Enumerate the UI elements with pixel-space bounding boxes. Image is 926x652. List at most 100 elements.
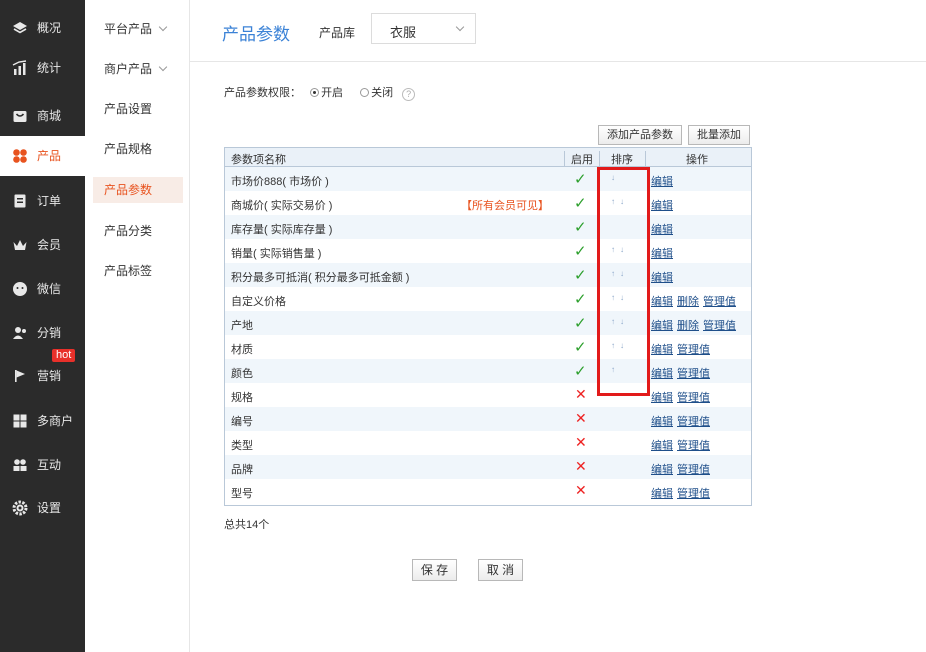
nav-item-wechat[interactable]: 微信: [0, 269, 85, 309]
disabled-cross-icon[interactable]: ✕: [575, 434, 587, 451]
nav-item-marketing[interactable]: 营销: [0, 356, 85, 396]
nav-item-product[interactable]: 产品: [0, 136, 85, 176]
disabled-cross-icon[interactable]: ✕: [575, 410, 587, 427]
nav-label: 会员: [37, 238, 62, 252]
submenu-product-settings[interactable]: 产品设置: [93, 96, 183, 122]
disabled-cross-icon[interactable]: ✕: [575, 386, 587, 403]
row-actions: 编辑 管理值: [651, 461, 714, 477]
enabled-check-icon[interactable]: ✓: [574, 314, 587, 332]
save-button[interactable]: 保 存: [412, 559, 457, 581]
main-nav: 概况 统计 商城 产品 订单 会员 微信 分销 营销 hot 多商户 互动 设置: [0, 0, 85, 652]
table-row: 销量( 实际销售量 ) ✓ ↑↓ 编辑: [225, 239, 751, 263]
param-name: 自定义价格: [231, 296, 286, 308]
row-actions: 编辑 管理值: [651, 341, 714, 357]
submenu-platform-products[interactable]: 平台产品: [93, 16, 183, 42]
row-action-link[interactable]: 编辑: [651, 320, 673, 332]
disabled-cross-icon[interactable]: ✕: [575, 458, 587, 475]
row-action-link[interactable]: 删除: [677, 296, 699, 308]
nav-item-distribution[interactable]: 分销: [0, 313, 85, 353]
nav-item-overview[interactable]: 概况: [0, 8, 85, 48]
row-action-link[interactable]: 编辑: [651, 440, 673, 452]
library-select[interactable]: 衣服: [371, 13, 476, 44]
row-action-link[interactable]: 编辑: [651, 248, 673, 260]
row-action-link[interactable]: 删除: [677, 320, 699, 332]
submenu-merchant-products[interactable]: 商户产品: [93, 56, 183, 82]
row-action-link[interactable]: 管理值: [677, 464, 710, 476]
help-icon[interactable]: ?: [402, 88, 416, 101]
enabled-check-icon[interactable]: ✓: [574, 266, 587, 284]
row-actions: 编辑: [651, 269, 677, 285]
highlight-box: [597, 167, 650, 396]
header-ops: 操作: [686, 154, 708, 166]
row-action-link[interactable]: 编辑: [651, 368, 673, 380]
submenu-product-params[interactable]: 产品参数: [93, 177, 183, 203]
table-row: 积分最多可抵消( 积分最多可抵金额 ) ✓ ↑↓ 编辑: [225, 263, 751, 287]
hot-badge: hot: [52, 349, 76, 362]
row-action-link[interactable]: 编辑: [651, 416, 673, 428]
row-action-link[interactable]: 管理值: [677, 344, 710, 356]
row-action-link[interactable]: 管理值: [677, 392, 710, 404]
submenu-product-specs[interactable]: 产品规格: [93, 136, 183, 162]
enabled-check-icon[interactable]: ✓: [574, 338, 587, 356]
table-row: 材质 ✓ ↑↓ 编辑 管理值: [225, 335, 751, 359]
row-action-link[interactable]: 管理值: [677, 488, 710, 500]
nav-label: 订单: [37, 194, 62, 208]
row-action-link[interactable]: 管理值: [677, 440, 710, 452]
row-action-link[interactable]: 管理值: [703, 320, 736, 332]
row-action-link[interactable]: 管理值: [703, 296, 736, 308]
submenu-product-categories[interactable]: 产品分类: [93, 218, 183, 244]
row-action-link[interactable]: 编辑: [651, 176, 673, 188]
param-name: 库存量( 实际库存量 ): [231, 224, 333, 236]
nav-item-member[interactable]: 会员: [0, 225, 85, 265]
radio-on[interactable]: 开启: [310, 87, 343, 99]
row-action-link[interactable]: 编辑: [651, 272, 673, 284]
enabled-check-icon[interactable]: ✓: [574, 242, 587, 260]
row-action-link[interactable]: 编辑: [651, 392, 673, 404]
enabled-check-icon[interactable]: ✓: [574, 290, 587, 308]
radio-off[interactable]: 关闭: [360, 87, 393, 99]
enabled-check-icon[interactable]: ✓: [574, 194, 587, 212]
add-param-button[interactable]: 添加产品参数: [598, 125, 682, 145]
table-header: 参数项名称 启用 排序 操作: [225, 148, 751, 170]
row-actions: 编辑: [651, 173, 677, 189]
disabled-cross-icon[interactable]: ✕: [575, 482, 587, 499]
nav-item-order[interactable]: 订单: [0, 181, 85, 221]
submenu-label: 商户产品: [104, 62, 153, 76]
nav-item-mall[interactable]: 商城: [0, 96, 85, 136]
row-actions: 编辑 删除 管理值: [651, 317, 740, 333]
cancel-button[interactable]: 取 消: [478, 559, 523, 581]
nav-item-interaction[interactable]: 互动: [0, 445, 85, 485]
param-name: 商城价( 实际交易价 ): [231, 200, 333, 212]
param-name: 型号: [231, 488, 253, 500]
nav-label: 产品: [37, 149, 62, 163]
chart-icon: [12, 60, 27, 75]
row-action-link[interactable]: 编辑: [651, 464, 673, 476]
table-row: 型号 ✕ 编辑 管理值: [225, 479, 751, 503]
row-action-link[interactable]: 管理值: [677, 416, 710, 428]
row-actions: 编辑: [651, 245, 677, 261]
row-action-link[interactable]: 编辑: [651, 224, 673, 236]
enabled-check-icon[interactable]: ✓: [574, 218, 587, 236]
enabled-check-icon[interactable]: ✓: [574, 362, 587, 380]
row-action-link[interactable]: 编辑: [651, 344, 673, 356]
row-action-link[interactable]: 编辑: [651, 200, 673, 212]
param-name: 产地: [231, 320, 253, 332]
enabled-check-icon[interactable]: ✓: [574, 170, 587, 188]
nav-label: 互动: [37, 458, 62, 472]
row-action-link[interactable]: 管理值: [677, 368, 710, 380]
nav-item-stats[interactable]: 统计: [0, 48, 85, 88]
row-action-link[interactable]: 编辑: [651, 296, 673, 308]
total-count: 总共14个: [224, 519, 270, 531]
submenu-product-tags[interactable]: 产品标签: [93, 258, 183, 284]
header-sort: 排序: [611, 154, 633, 166]
batch-add-button[interactable]: 批量添加: [688, 125, 750, 145]
param-name: 规格: [231, 392, 253, 404]
table-row: 品牌 ✕ 编辑 管理值: [225, 455, 751, 479]
page-header: 产品参数 产品库 衣服: [190, 0, 926, 62]
nav-item-settings[interactable]: 设置: [0, 488, 85, 528]
wechat-icon: [13, 282, 27, 296]
row-action-link[interactable]: 编辑: [651, 488, 673, 500]
nav-label: 多商户: [37, 414, 74, 428]
nav-item-multi-merchant[interactable]: 多商户: [0, 401, 85, 441]
param-name: 市场价888( 市场价 ): [231, 176, 329, 188]
